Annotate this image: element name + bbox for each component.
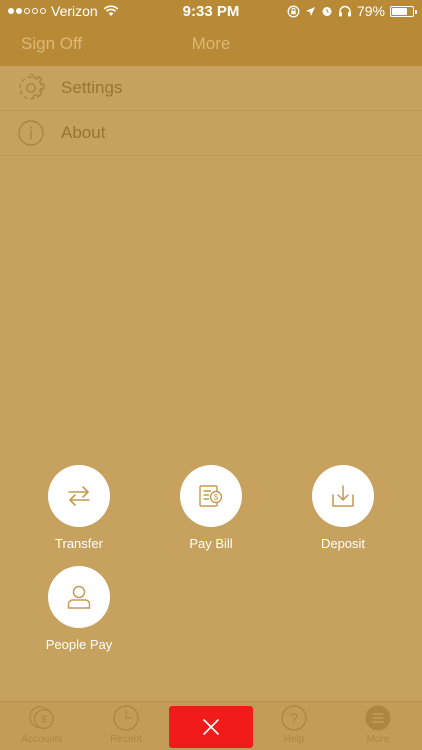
svg-text:$: $ — [214, 493, 219, 502]
people-pay-action[interactable]: People Pay — [19, 566, 139, 652]
svg-text:$: $ — [41, 715, 47, 726]
battery-percent: 79% — [356, 3, 385, 19]
rotation-lock-icon — [287, 5, 300, 17]
menu-item-about[interactable]: About — [0, 111, 422, 156]
transfer-arrows-icon — [68, 486, 90, 506]
gear-icon — [17, 74, 45, 102]
menu-icon — [364, 704, 392, 732]
action-label: Pay Bill — [189, 536, 233, 551]
action-label: Deposit — [320, 536, 366, 551]
wifi-icon — [103, 5, 119, 16]
question-icon: ? — [280, 704, 308, 732]
carrier-name: Verizon — [51, 3, 98, 19]
bill-icon: $ — [199, 485, 223, 507]
transfer-button[interactable] — [48, 465, 110, 527]
tab-label: More — [366, 734, 390, 745]
dollar-coin-icon: $ — [28, 704, 56, 732]
svg-text:?: ? — [290, 710, 298, 726]
pay-bill-button[interactable]: $ — [180, 465, 242, 527]
signal-strength-icon — [8, 8, 46, 14]
clock-icon — [112, 704, 140, 732]
tab-label: Help — [283, 734, 305, 745]
sign-off-button[interactable]: Sign Off — [21, 34, 82, 54]
menu-item-label: About — [61, 123, 106, 142]
status-left: Verizon — [8, 3, 119, 19]
alarm-icon — [322, 7, 332, 16]
deposit-button[interactable] — [312, 465, 374, 527]
tab-bar: $ Accounts Recent ? Help More — [0, 701, 422, 750]
tab-help[interactable]: ? Help — [252, 704, 336, 745]
close-button[interactable] — [169, 706, 253, 748]
status-right: 79% — [287, 3, 417, 19]
action-label: Transfer — [55, 536, 103, 551]
close-icon — [203, 719, 219, 735]
headphones-icon — [338, 5, 351, 17]
pay-bill-action[interactable]: $ Pay Bill — [151, 465, 271, 551]
people-pay-button[interactable] — [48, 566, 110, 628]
nav-bar: Sign Off More — [0, 22, 422, 66]
tab-label: Accounts — [21, 734, 63, 745]
deposit-icon — [332, 485, 354, 507]
menu-list: Settings About — [0, 66, 422, 156]
menu-item-settings[interactable]: Settings — [0, 66, 422, 111]
tab-label: Recent — [110, 734, 142, 745]
menu-item-label: Settings — [61, 78, 123, 97]
person-icon — [67, 585, 91, 609]
tab-more[interactable]: More — [336, 704, 420, 745]
deposit-action[interactable]: Deposit — [283, 465, 403, 551]
tab-recent[interactable]: Recent — [84, 704, 168, 745]
location-arrow-icon — [305, 6, 315, 16]
battery-icon — [390, 5, 417, 17]
status-bar: Verizon 9:33 PM 79% — [0, 0, 422, 22]
info-icon — [17, 119, 45, 147]
transfer-action[interactable]: Transfer — [19, 465, 139, 551]
tab-accounts[interactable]: $ Accounts — [0, 704, 84, 745]
action-label: People Pay — [45, 637, 113, 652]
